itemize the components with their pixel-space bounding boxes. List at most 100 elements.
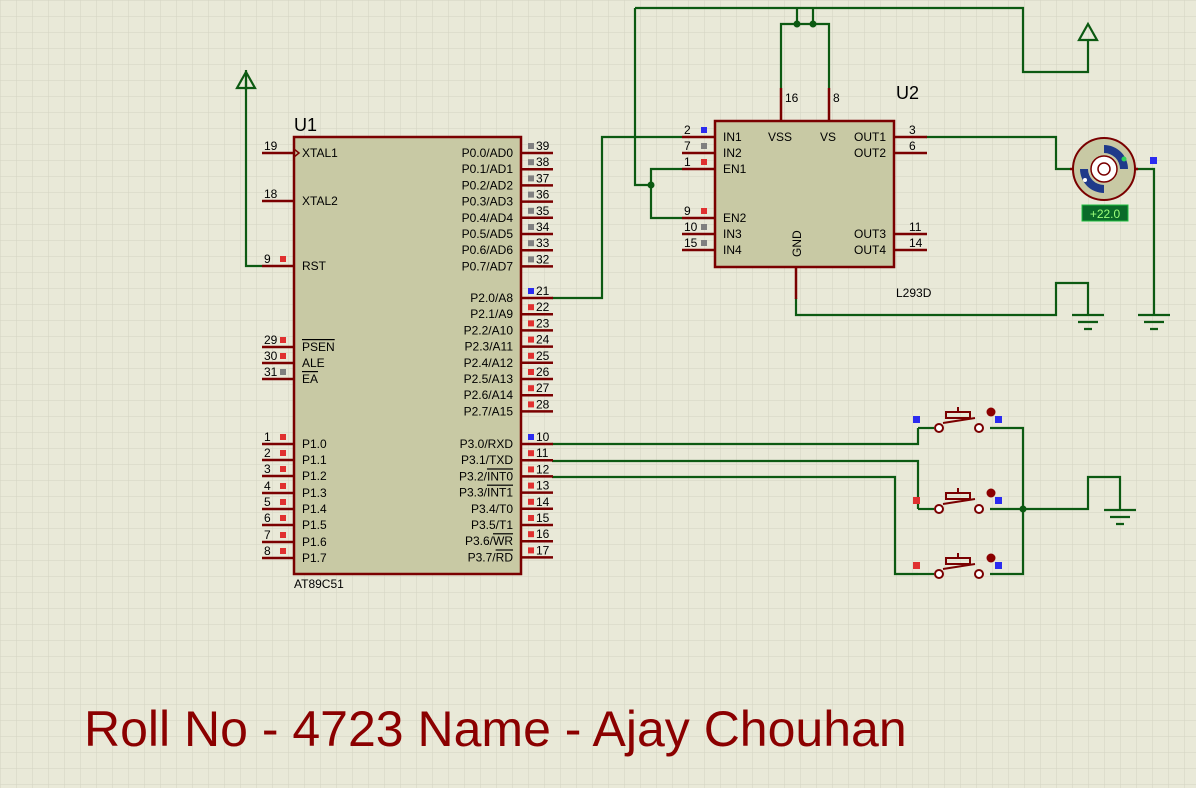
u1-pin-label-38: P0.1/AD1 [462,162,514,176]
u1-pin-num-1: 1 [264,430,271,444]
u1-pin-label-2: P1.1 [302,453,327,467]
u1-pin-num-37: 37 [536,171,550,185]
pin-marker-blue [528,288,534,294]
pin-marker-blue [995,497,1002,504]
u1-pin-num-34: 34 [536,220,550,234]
button-status-dot [986,407,996,417]
pin-marker-red [701,208,707,214]
u1-pin-label-12: P3.2/INT0 [459,469,513,483]
u1-pin-num-26: 26 [536,365,550,379]
u1-part-label: AT89C51 [294,577,344,591]
u1-pin-label-4: P1.3 [302,486,327,500]
u1-pin-num-3: 3 [264,462,271,476]
pin-marker-red [528,482,534,489]
u1-pin-label-19: XTAL1 [302,146,338,160]
u1-pin-label-10: P3.0/RXD [460,437,514,451]
u2-pin-label-14: OUT4 [854,243,886,257]
u1-pin-num-8: 8 [264,544,271,558]
motor-indicator-dot [1121,156,1127,162]
pin-marker-red [280,515,286,521]
u1-pin-num-21: 21 [536,284,550,298]
u1-pin-overline-12: INT0 [487,469,513,483]
pin-marker-gray [528,159,534,166]
u1-pin-num-7: 7 [264,528,271,542]
u1-microcontroller[interactable]: U1 AT89C51 19 XTAL118 XTAL29 RST29 PSEN30 ALE… [262,115,553,591]
junction-dot [647,181,655,189]
u1-pin-label-36: P0.3/AD3 [462,195,514,209]
schematic-canvas[interactable]: U1 AT89C51 19 XTAL118 XTAL29 RST29 PSEN30 ALE… [0,0,1196,788]
pin-marker-red [528,352,534,359]
pin-marker-red [528,336,534,343]
u2-pin-label-3: OUT1 [854,130,886,144]
u1-pin-label-30: ALE [302,356,325,370]
pin-marker-red [528,498,534,505]
pin-marker-red [528,304,534,311]
u2-pin-label-7: IN2 [723,146,742,160]
u1-pin-num-23: 23 [536,316,550,330]
u1-pin-label-28: P2.7/A15 [464,404,514,418]
u2-pin-num-6: 6 [909,139,916,153]
u1-pin-overline-13: INT1 [487,486,513,500]
u2-pin-label-6: OUT2 [854,146,886,160]
u1-pin-label-27: P2.6/A14 [464,388,514,402]
u2-pin-num-16: 16 [785,91,799,105]
pin-marker-red [528,466,534,473]
grid-background [0,0,1196,788]
pin-marker-gray [701,240,707,246]
u1-pin-num-14: 14 [536,495,550,509]
button-status-dot [986,488,996,498]
u1-pin-label-6: P1.5 [302,518,327,532]
u1-pin-num-35: 35 [536,204,550,218]
pin-marker-red [528,547,534,554]
pin-marker-red [701,159,707,165]
pin-marker-gray [528,256,534,263]
u1-pin-label-37: P0.2/AD2 [462,178,514,192]
pin-marker-red [280,483,286,489]
u1-pin-num-4: 4 [264,479,271,493]
u1-pin-num-5: 5 [264,495,271,509]
pin-marker-blue [995,416,1002,423]
u1-pin-num-32: 32 [536,252,550,266]
pin-marker-red [528,369,534,375]
u2-pin-num-9: 9 [684,204,691,218]
u2-pin-label-10: IN3 [723,227,742,241]
u1-pin-num-9: 9 [264,252,271,266]
pin-marker-red [280,532,286,538]
u2-pin-label-1: EN1 [723,162,747,176]
u1-pin-overline-17: RD [496,550,514,564]
pin-marker-gray [528,224,534,230]
u1-pin-num-18: 18 [264,187,278,201]
u1-pin-label-35: P0.4/AD4 [462,211,514,225]
u1-ref-label: U1 [294,115,317,135]
u1-pin-num-15: 15 [536,511,550,525]
junction-dot [1019,505,1027,513]
u2-pin-label-vss: VSS [768,130,792,144]
u1-pin-label-17: P3.7/RD [468,550,514,564]
u2-pin-num-3: 3 [909,123,916,137]
pin-marker-red [280,499,286,505]
pin-marker-red [528,385,534,392]
button-status-dot [986,553,996,563]
pin-marker-gray [528,191,534,198]
pin-marker-red [528,320,534,327]
u1-pin-num-31: 31 [264,365,278,379]
u2-pin-label-gnd: GND [790,230,804,257]
pin-marker-blue [995,562,1002,569]
u1-pin-label-5: P1.4 [302,502,327,516]
junction-dot [809,20,817,28]
u1-pin-num-30: 30 [264,349,278,363]
u1-pin-num-25: 25 [536,349,550,363]
u1-pin-num-28: 28 [536,397,550,411]
pin-marker-gray [528,207,534,214]
u1-pin-label-7: P1.6 [302,535,327,549]
u1-pin-overline-16: WR [493,534,513,548]
u1-pin-label-15: P3.5/T1 [471,518,513,532]
motor-indicator-dot [1083,178,1087,182]
u1-pin-label-25: P2.4/A12 [464,356,514,370]
pin-marker-gray [528,175,534,182]
u1-pin-label-22: P2.1/A9 [470,307,513,321]
u2-pin-num-15: 15 [684,236,698,250]
u1-pin-label-18: XTAL2 [302,194,338,208]
pin-marker [913,497,920,504]
pin-marker-blue [1150,157,1157,164]
